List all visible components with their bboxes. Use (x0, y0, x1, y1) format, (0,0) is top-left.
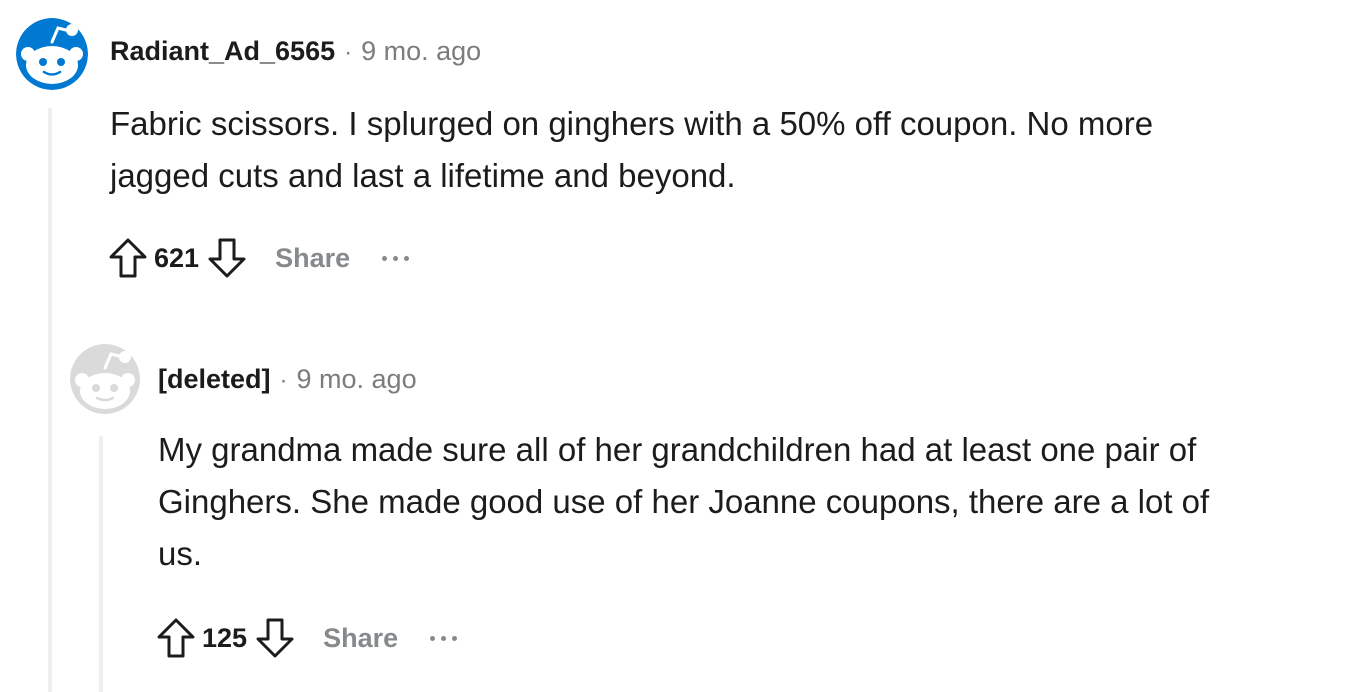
comment-author[interactable]: Radiant_Ad_6565 (110, 36, 335, 67)
more-options-icon[interactable] (430, 628, 458, 648)
vote-score: 125 (202, 622, 248, 653)
comment-timestamp[interactable]: 9 mo. ago (297, 364, 417, 395)
comment-timestamp[interactable]: 9 mo. ago (361, 36, 481, 67)
comment-body-line: Ginghers. She made good use of her Joann… (158, 483, 1210, 520)
meta-separator: · (279, 367, 288, 394)
comment-body-line: jagged cuts and last a lifetime and beyo… (110, 157, 736, 194)
comment-body-line: Fabric scissors. I splurged on ginghers … (110, 105, 1154, 142)
comment-body-line: My grandma made sure all of her grandchi… (158, 431, 1197, 468)
thread-line-root[interactable] (48, 108, 52, 692)
comment-author: [deleted] (158, 364, 271, 394)
downvote-icon[interactable] (253, 616, 297, 660)
comment-meta: Radiant_Ad_6565 · 9 mo. ago (110, 36, 481, 67)
comment-actions: 125 Share (154, 616, 458, 660)
more-options-icon[interactable] (382, 248, 410, 268)
meta-separator: · (344, 39, 353, 66)
snoo-avatar-icon[interactable] (16, 18, 88, 90)
comment-body-line: us. (158, 535, 203, 572)
thread-line-reply[interactable] (99, 436, 103, 692)
vote-score: 621 (154, 242, 200, 273)
upvote-icon[interactable] (106, 236, 150, 280)
comment-actions: 621 Share (106, 236, 410, 280)
share-button[interactable]: Share (323, 623, 398, 654)
share-button[interactable]: Share (275, 243, 350, 274)
deleted-snoo-avatar-icon[interactable] (70, 344, 140, 414)
downvote-icon[interactable] (205, 236, 249, 280)
upvote-icon[interactable] (154, 616, 198, 660)
comment-meta: [deleted] · 9 mo. ago (158, 364, 417, 395)
